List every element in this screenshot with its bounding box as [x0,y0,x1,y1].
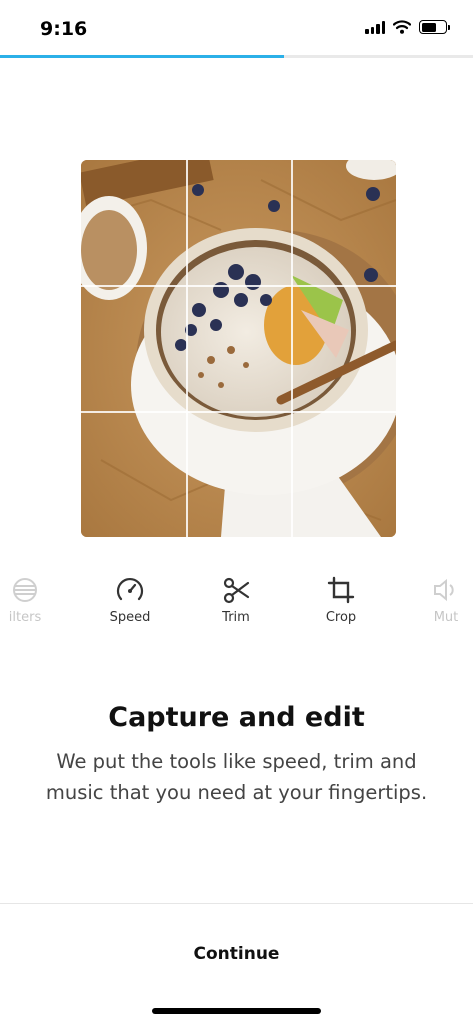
home-indicator [152,1008,321,1014]
tool-filters-label: ilters [8,610,42,625]
crop-icon [327,576,355,604]
tool-crop[interactable]: Crop [306,572,376,625]
continue-button[interactable]: Continue [0,930,473,978]
filters-icon [13,578,37,602]
onboarding-progress-bar [0,55,473,58]
tool-speed[interactable]: Speed [95,572,165,625]
speedometer-icon [116,577,144,601]
scissors-icon [223,577,250,604]
status-bar: 9:16 [0,0,473,56]
tool-mute[interactable]: Mut [411,572,473,625]
footer-divider [0,903,473,904]
status-icons [365,20,450,34]
speaker-icon [434,578,454,602]
tool-crop-label: Crop [325,610,357,625]
page-title: Capture and edit [108,702,365,733]
tool-trim[interactable]: Trim [201,572,271,625]
progress-fill [0,55,284,58]
editing-tools-row: ilters Speed Trim Crop Mut [0,572,473,632]
wifi-icon [393,20,411,34]
crop-grid-line [291,160,293,537]
tool-trim-label: Trim [222,610,250,625]
crop-grid-line [81,411,396,413]
crop-grid-line [186,160,188,537]
tool-mute-label: Mut [433,610,459,625]
food-photo [81,160,396,537]
page-description: We put the tools like speed, trim and mu… [45,750,428,804]
oatmeal-bowl-image [81,160,396,537]
battery-icon [419,20,450,34]
status-time: 9:16 [40,18,88,40]
cellular-signal-icon [365,20,385,34]
tool-filters[interactable]: ilters [0,572,60,625]
tool-speed-label: Speed [109,610,151,625]
crop-grid-line [81,285,396,287]
